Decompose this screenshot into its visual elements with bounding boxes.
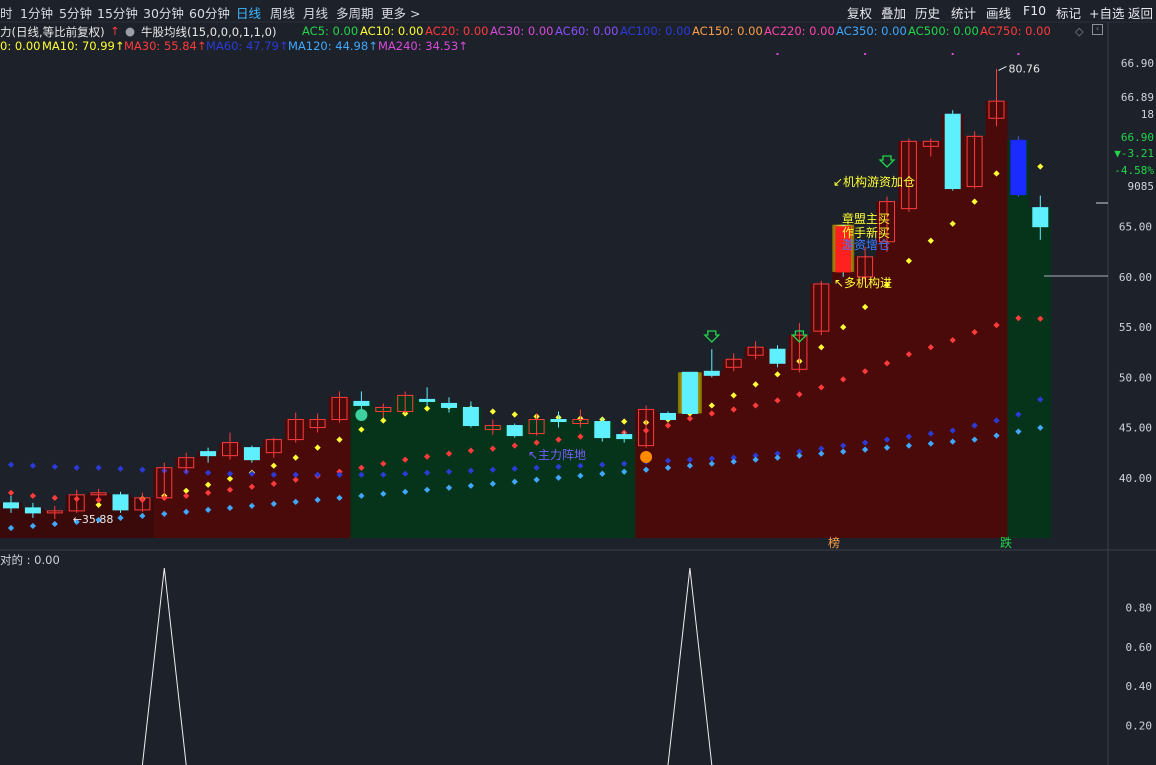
candle-body-16 bbox=[353, 400, 370, 406]
candle-body-0 bbox=[3, 502, 19, 509]
main-chart[interactable]: 80.76←35.88↙机构游资加仓章盟主买作手新买游资增仓↖多机构进↖主力阵地… bbox=[0, 0, 1156, 765]
price-tick-5: 40.00 bbox=[1119, 472, 1152, 485]
candle-body-27 bbox=[594, 421, 611, 439]
ma-dot-MA60-2 bbox=[51, 463, 58, 470]
candle-body-1 bbox=[24, 507, 41, 514]
price-tick-3: 50.00 bbox=[1119, 371, 1152, 384]
high-arrow-icon bbox=[998, 66, 1007, 71]
signal-label-5: ↖主力阵地 bbox=[528, 448, 586, 462]
bottom-badge-1: 跌 bbox=[1000, 535, 1012, 550]
candle-body-43 bbox=[944, 113, 961, 190]
signal-zone-3 bbox=[1007, 140, 1052, 538]
ma-dot-MA30-2 bbox=[51, 494, 58, 501]
price-info-4: ▼-3.21 bbox=[1114, 147, 1154, 160]
sub-chart-title: 对的 : 0.00 bbox=[0, 553, 60, 567]
candle-body-5 bbox=[112, 494, 129, 511]
ma-dot-MA60-4 bbox=[95, 464, 102, 471]
buy-arrow-icon-2 bbox=[878, 155, 896, 168]
candle-body-30 bbox=[660, 412, 676, 421]
high-price-label: 80.76 bbox=[1009, 62, 1041, 75]
alert-badge-icon bbox=[640, 451, 653, 463]
top-marker-2 bbox=[951, 53, 954, 55]
sub-tick-3: 0.20 bbox=[1126, 720, 1153, 733]
candle-body-47 bbox=[1032, 207, 1049, 228]
signal-label-4: ↖多机构进 bbox=[834, 275, 892, 290]
candle-body-31 bbox=[681, 371, 698, 414]
ma-dot-MA30-1 bbox=[29, 492, 37, 499]
ma-dot-MA60-0 bbox=[7, 461, 15, 468]
sub-tick-0: 0.80 bbox=[1126, 601, 1153, 614]
sub-spike-1 bbox=[667, 567, 713, 765]
ma-dot-MA60-6 bbox=[139, 466, 146, 473]
candle-body-32 bbox=[703, 370, 720, 376]
top-marker-3 bbox=[1017, 53, 1020, 55]
candle-body-21 bbox=[462, 406, 479, 427]
candle-body-19 bbox=[419, 398, 436, 402]
ma-dot-MA30-0 bbox=[7, 489, 15, 496]
price-info-6: 9085 bbox=[1128, 180, 1155, 193]
price-tick-2: 55.00 bbox=[1119, 321, 1152, 334]
signal-label-3: 游资增仓 bbox=[842, 238, 890, 252]
price-info-3: 66.90 bbox=[1121, 131, 1154, 144]
low-price-label: ←35.88 bbox=[73, 513, 114, 526]
price-info-1: 66.89 bbox=[1121, 91, 1154, 104]
price-info-2: 18 bbox=[1141, 108, 1154, 121]
candle-body-20 bbox=[441, 402, 457, 408]
sub-tick-2: 0.40 bbox=[1126, 680, 1153, 693]
ma-dot-MA10-28 bbox=[621, 418, 628, 425]
buy-arrow-icon-0 bbox=[703, 330, 721, 343]
sub-tick-1: 0.60 bbox=[1126, 641, 1153, 654]
candle-body-35 bbox=[769, 348, 786, 364]
top-marker-0 bbox=[776, 53, 779, 55]
top-marker-1 bbox=[864, 53, 867, 55]
ma-dot-MA60-3 bbox=[73, 464, 80, 471]
check-badge-icon bbox=[355, 409, 368, 421]
candle-body-25 bbox=[550, 419, 567, 423]
candle-body-28 bbox=[616, 434, 633, 440]
sub-spike-0 bbox=[141, 567, 187, 765]
ma-dot-MA60-5 bbox=[117, 465, 124, 472]
price-tick-4: 45.00 bbox=[1119, 422, 1152, 435]
price-tick-1: 60.00 bbox=[1119, 271, 1152, 284]
price-info-0: 66.90 bbox=[1121, 57, 1154, 70]
ma-dot-MA10-22 bbox=[489, 408, 496, 415]
candle-body-46 bbox=[1010, 139, 1027, 196]
ma-dot-MA10-47 bbox=[1037, 163, 1044, 170]
candle-body-23 bbox=[506, 425, 523, 437]
ma-dot-MA10-23 bbox=[511, 411, 518, 418]
signal-label-1: 章盟主买 bbox=[842, 211, 890, 226]
price-info-5: -4.58% bbox=[1114, 164, 1154, 177]
price-tick-0: 65.00 bbox=[1119, 221, 1152, 234]
bottom-badge-0: 榜 bbox=[828, 535, 840, 550]
ma-dot-MA60-1 bbox=[29, 462, 37, 469]
candle-body-9 bbox=[200, 451, 217, 457]
signal-label-0: ↙机构游资加仓 bbox=[833, 174, 915, 189]
candle-body-11 bbox=[243, 447, 260, 461]
